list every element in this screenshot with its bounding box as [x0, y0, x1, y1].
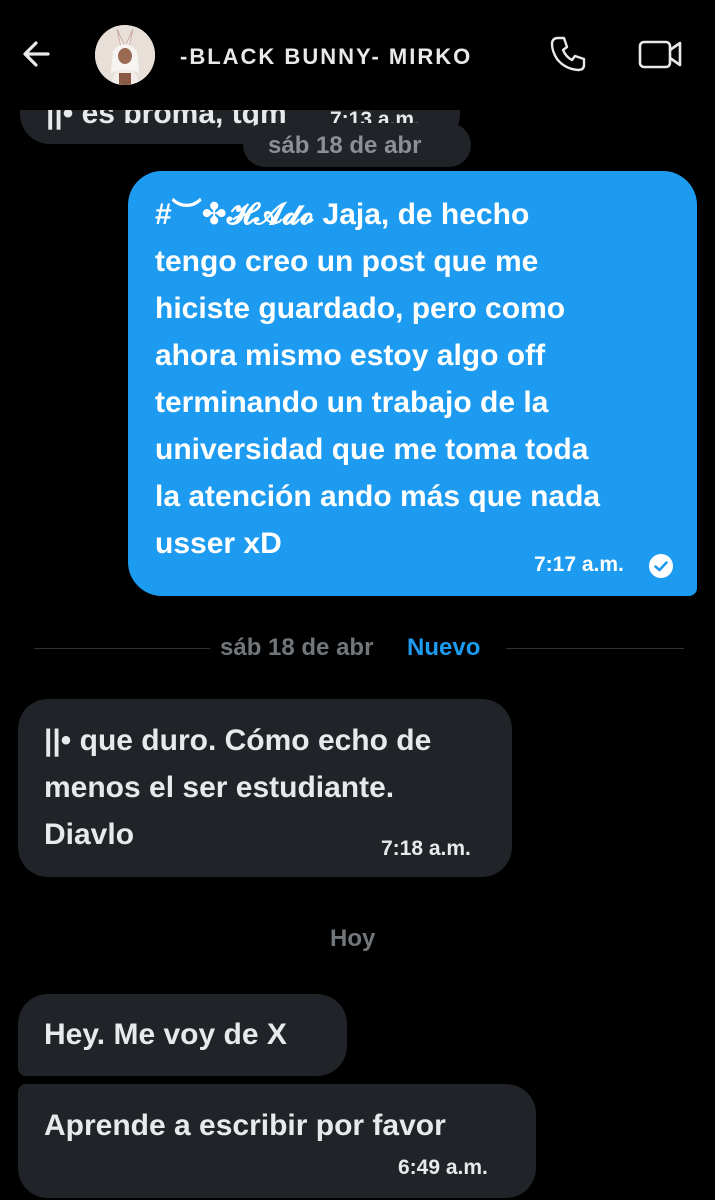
conversation-header: -BLACK BUNNY- MIRKO — [0, 0, 715, 110]
date-separator-pill: sáb 18 de abr — [243, 123, 471, 167]
conversation-title[interactable]: -BLACK BUNNY- MIRKO — [180, 44, 472, 70]
video-camera-icon[interactable] — [636, 32, 684, 76]
message-bubble-sent[interactable]: #︶✤𝓗𝓐𝓭𝓸 Jaja, de hecho tengo creo un pos… — [128, 171, 697, 596]
date-separator: sáb 18 de abr — [268, 132, 422, 159]
new-messages-label: Nuevo — [407, 634, 481, 661]
message-text: Hey. Me voy de X — [44, 1018, 287, 1051]
message-bubble-received[interactable]: Hey. Me voy de X — [18, 994, 347, 1076]
phone-icon[interactable] — [546, 32, 590, 76]
avatar-image — [95, 25, 155, 85]
message-bubble-received[interactable]: ||• que duro. Cómo echo de menos el ser … — [18, 699, 512, 877]
check-circle-icon — [649, 554, 673, 578]
divider-left — [34, 648, 210, 649]
message-time: 7:18 a.m. — [381, 837, 471, 860]
message-text: Aprende a escribir por favor — [44, 1109, 446, 1142]
date-separator: Hoy — [330, 925, 376, 952]
date-separator: sáb 18 de abr — [220, 634, 374, 661]
message-text: #︶✤𝓗𝓐𝓭𝓸 Jaja, de hecho tengo creo un pos… — [155, 198, 601, 560]
arrow-left-icon[interactable] — [18, 34, 58, 74]
message-bubble-received[interactable]: Aprende a escribir por favor 6:49 a.m. — [18, 1084, 536, 1198]
avatar[interactable] — [95, 25, 155, 85]
divider-right — [506, 648, 684, 649]
message-time: 6:49 a.m. — [398, 1156, 488, 1179]
message-time: 7:17 a.m. — [534, 553, 624, 576]
